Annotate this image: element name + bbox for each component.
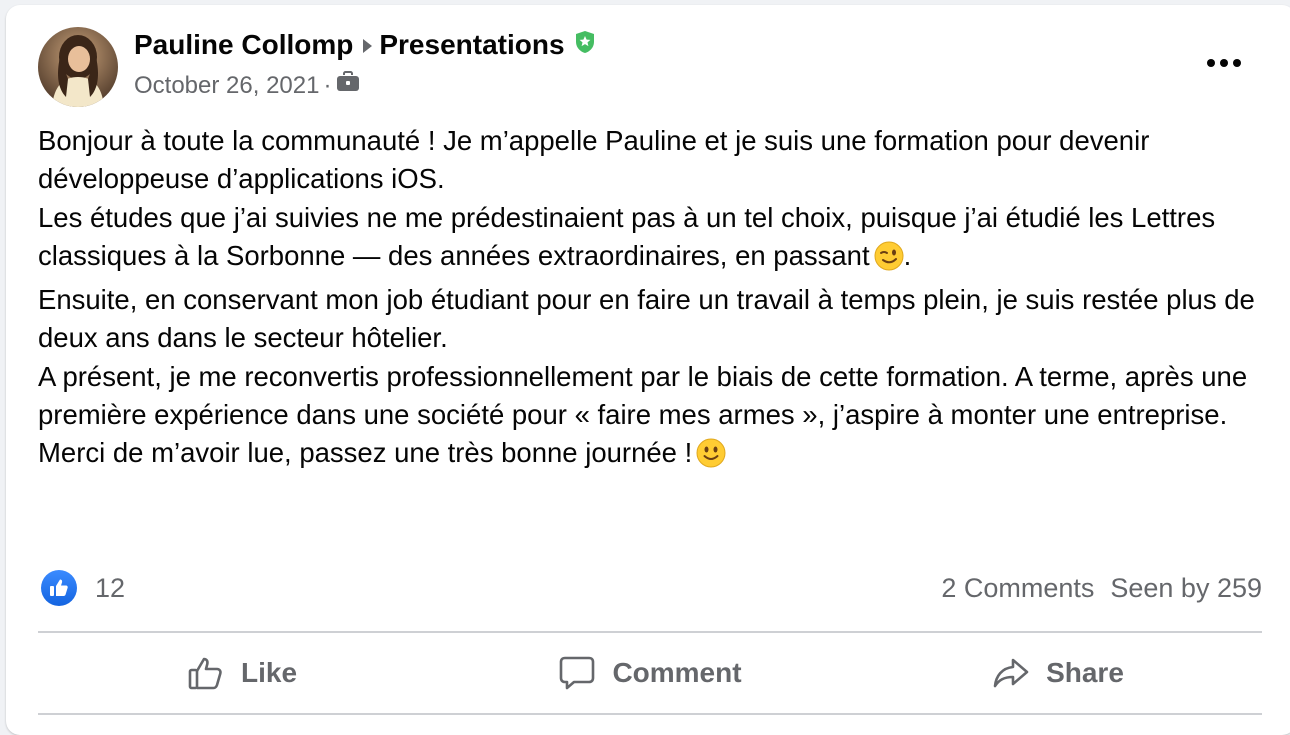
thumbs-up-icon: [188, 657, 222, 690]
like-button[interactable]: Like: [38, 633, 446, 713]
reaction-summary[interactable]: 12: [41, 570, 125, 606]
post-card: Pauline Collomp Presentations October 26…: [6, 5, 1290, 735]
winking-face-emoji: [874, 241, 904, 281]
author-name[interactable]: Pauline Collomp: [134, 29, 353, 61]
like-reaction-icon: [41, 570, 77, 606]
reaction-count: 12: [95, 572, 126, 603]
post-stats: 2 Comments Seen by 259: [941, 573, 1262, 604]
seen-by-count[interactable]: Seen by 259: [1110, 573, 1262, 604]
post-date[interactable]: October 26, 2021: [134, 72, 319, 100]
more-options-button[interactable]: [1194, 43, 1254, 83]
post-paragraph: A présent, je me reconvertis professionn…: [38, 360, 1248, 431]
shield-badge-icon: [575, 29, 595, 61]
comment-label: Comment: [612, 657, 742, 688]
share-button[interactable]: Share: [854, 633, 1262, 713]
share-arrow-icon: [993, 658, 1029, 688]
post-paragraph: Bonjour à toute la communauté ! Je m’app…: [38, 125, 1150, 195]
comment-button[interactable]: Comment: [446, 633, 854, 713]
meta-separator: ·: [323, 71, 332, 99]
post-header: Pauline Collomp Presentations: [134, 29, 595, 61]
briefcase-icon: [335, 71, 361, 100]
post-actions: Like Comment Share: [38, 633, 1262, 713]
post-text: Bonjour à toute la communauté ! Je m’app…: [38, 122, 1278, 479]
group-name[interactable]: Presentations: [379, 29, 564, 61]
comment-bubble-icon: [560, 656, 595, 690]
like-label: Like: [240, 657, 298, 688]
share-label: Share: [1046, 657, 1124, 688]
slightly-smiling-face-emoji: [696, 438, 726, 478]
more-options-icon: [1207, 59, 1241, 67]
comments-count-link[interactable]: 2 Comments: [941, 573, 1094, 604]
post-paragraph: Les études que j’ai suivies ne me prédes…: [38, 199, 1278, 282]
post-meta: October 26, 2021 ·: [134, 71, 361, 100]
author-avatar[interactable]: [38, 27, 118, 107]
post-paragraph: Ensuite, en conservant mon job étudiant …: [38, 284, 1255, 354]
divider: [38, 713, 1262, 715]
triangle-right-icon: [361, 29, 373, 61]
post-paragraph: Merci de m’avoir lue, passez une très bo…: [38, 434, 1278, 478]
